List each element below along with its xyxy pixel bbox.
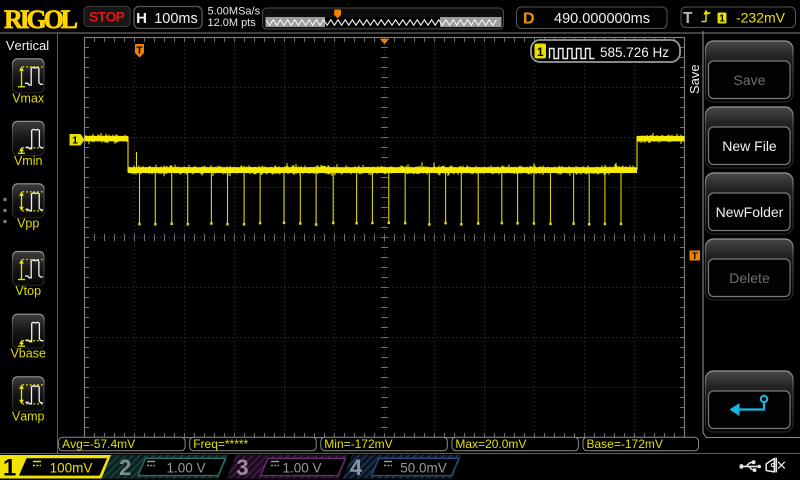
svg-text:Base=-172mV: Base=-172mV: [587, 437, 663, 451]
svg-text:T: T: [136, 45, 143, 57]
svg-text:Min=-172mV: Min=-172mV: [324, 437, 392, 451]
svg-text:1: 1: [719, 14, 725, 25]
svg-text:12.0M pts: 12.0M pts: [208, 17, 257, 29]
svg-text:STOP: STOP: [89, 9, 125, 25]
svg-text:100ms: 100ms: [154, 11, 198, 27]
svg-text:New File: New File: [722, 138, 777, 154]
svg-text:D: D: [523, 11, 535, 28]
svg-text:Save: Save: [687, 64, 702, 94]
svg-text:Vpp: Vpp: [17, 216, 39, 230]
svg-text:4: 4: [350, 455, 363, 480]
svg-text:RIGOL: RIGOL: [4, 5, 78, 34]
svg-text:T: T: [692, 251, 698, 262]
svg-text:5.00MSa/s: 5.00MSa/s: [208, 6, 261, 18]
svg-text:Vmax: Vmax: [12, 91, 45, 105]
svg-text:T: T: [683, 10, 693, 27]
svg-text:50.0mV: 50.0mV: [400, 460, 447, 475]
svg-text:Vamp: Vamp: [12, 409, 45, 423]
svg-text:1: 1: [72, 135, 78, 147]
svg-text:Vmin: Vmin: [14, 154, 43, 168]
svg-text:-232mV: -232mV: [736, 10, 786, 26]
svg-text:3: 3: [236, 455, 248, 480]
svg-text:1.00 V: 1.00 V: [166, 460, 205, 475]
svg-text:Avg=-57.4mV: Avg=-57.4mV: [62, 437, 135, 451]
svg-text:Save: Save: [734, 72, 766, 88]
svg-text:Vbase: Vbase: [10, 347, 45, 361]
svg-text:Vtop: Vtop: [15, 284, 41, 298]
svg-text:100mV: 100mV: [50, 460, 93, 475]
svg-text:1: 1: [537, 45, 544, 59]
svg-text:Freq=*****: Freq=*****: [193, 437, 248, 451]
svg-text:585.726 Hz: 585.726 Hz: [600, 45, 669, 60]
svg-text:1: 1: [3, 455, 16, 480]
svg-text:Max=20.0mV: Max=20.0mV: [455, 437, 526, 451]
svg-text:1.00 V: 1.00 V: [282, 460, 321, 475]
svg-text:NewFolder: NewFolder: [716, 204, 784, 220]
svg-text:490.000000ms: 490.000000ms: [554, 11, 650, 27]
svg-text:2: 2: [119, 455, 131, 480]
svg-text:Delete: Delete: [729, 270, 770, 286]
svg-text:Vertical: Vertical: [6, 38, 49, 53]
svg-text:H: H: [136, 10, 147, 27]
